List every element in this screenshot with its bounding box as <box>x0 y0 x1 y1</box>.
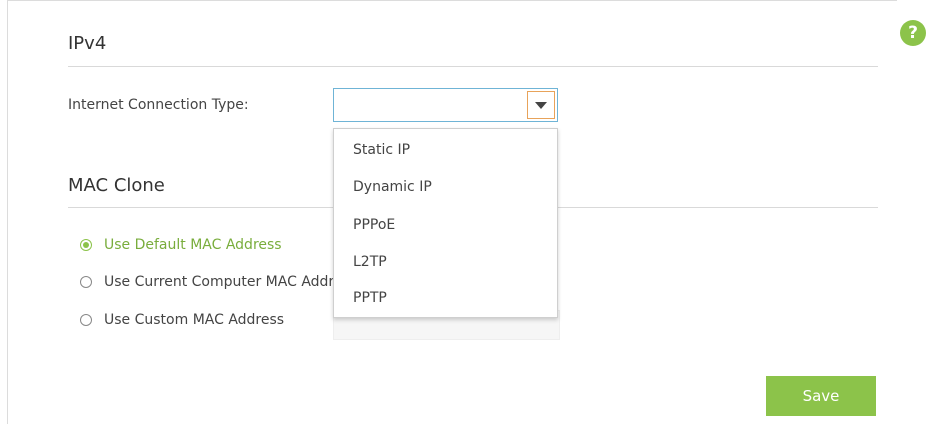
dropdown-option-dynamic-ip[interactable]: Dynamic IP <box>353 179 432 195</box>
radio-default-mac[interactable]: Use Default MAC Address <box>80 235 282 255</box>
radio-custom-mac[interactable]: Use Custom MAC Address <box>80 310 284 330</box>
radio-button-checked[interactable] <box>80 239 92 251</box>
dropdown-option-static-ip[interactable]: Static IP <box>353 142 410 158</box>
connection-type-select[interactable] <box>333 88 558 122</box>
chevron-down-icon <box>535 101 547 109</box>
save-button[interactable]: Save <box>766 376 876 416</box>
help-icon[interactable]: ? <box>900 20 926 46</box>
ipv4-section-title: IPv4 <box>68 33 107 54</box>
radio-label-custom-mac: Use Custom MAC Address <box>104 312 285 328</box>
radio-button[interactable] <box>80 276 92 288</box>
connection-type-label: Internet Connection Type: <box>68 97 249 113</box>
dropdown-option-l2tp[interactable]: L2TP <box>353 254 387 270</box>
radio-current-computer-mac[interactable]: Use Current Computer MAC Address <box>80 272 357 292</box>
dropdown-arrow-button[interactable] <box>527 91 555 119</box>
radio-button[interactable] <box>80 314 92 326</box>
ipv4-divider <box>68 66 878 67</box>
mac-clone-section-title: MAC Clone <box>68 175 165 196</box>
dropdown-option-pppoe[interactable]: PPPoE <box>353 217 395 233</box>
radio-label-current-computer-mac: Use Current Computer MAC Address <box>104 274 358 290</box>
connection-type-dropdown-list: Static IP Dynamic IP PPPoE L2TP PPTP <box>333 128 558 318</box>
dropdown-option-pptp[interactable]: PPTP <box>353 290 387 306</box>
radio-label-default-mac: Use Default MAC Address <box>104 237 282 253</box>
